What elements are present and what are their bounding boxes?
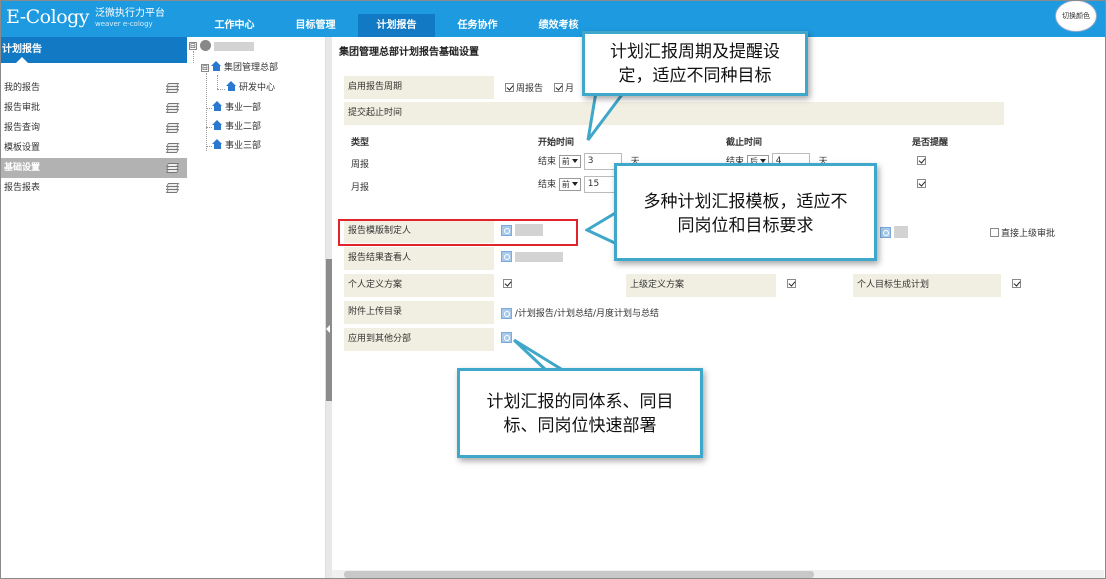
weekly-remind-checkbox[interactable] <box>917 156 928 167</box>
row-monthly-type: 月报 <box>351 183 370 193</box>
org-tree: ⊟ ⊟ 集团管理总部 研发中心 事业一部 事业二部 事业三部 <box>187 37 326 579</box>
sidebar-item-report-approval[interactable]: 报告审批 <box>0 98 187 118</box>
house-icon <box>211 61 222 71</box>
logo-subtitle: 泛微执行力平台 weaver e-cology <box>95 8 165 30</box>
weekly-report-option[interactable]: 周报告 <box>505 81 543 94</box>
layers-icon <box>165 103 180 113</box>
caret-up-icon <box>16 57 28 63</box>
tree-collapse-toggle[interactable]: ⊟ <box>189 42 197 50</box>
sidebar-header: 计划报告 <box>0 37 187 63</box>
page-title: 集团管理总部计划报告基础设置 <box>339 47 479 58</box>
browse-search-icon[interactable] <box>880 226 891 238</box>
sidebar-item-label: 基础设置 <box>4 163 41 173</box>
sidebar-item-label: 报告查询 <box>4 123 41 133</box>
col-header-type: 类型 <box>351 138 370 148</box>
monthly-report-option[interactable]: 月 <box>554 81 574 94</box>
auto-plan-checkbox[interactable] <box>1012 279 1023 290</box>
result-viewer-field <box>501 251 563 262</box>
direct-approve-checkbox[interactable] <box>990 228 999 237</box>
weekly-start-direction-select[interactable]: 前 <box>558 155 581 168</box>
sidebar-item-my-report[interactable]: 我的报告 <box>0 78 187 98</box>
horizontal-scrollbar[interactable] <box>332 570 1104 579</box>
logo-subtitle-cn: 泛微执行力平台 <box>95 8 165 19</box>
scrollbar-thumb[interactable] <box>344 571 814 578</box>
sidebar-item-label: 报告报表 <box>4 183 41 193</box>
house-icon <box>212 139 223 149</box>
browse-search-icon[interactable] <box>501 251 512 262</box>
layers-icon <box>165 123 180 133</box>
callout-period-settings: 计划汇报周期及提醒设 定，适应不同种目标 <box>582 31 808 96</box>
weekly-report-checkbox[interactable] <box>505 83 514 92</box>
monthly-start-direction-select[interactable]: 前 <box>558 178 581 191</box>
layers-icon <box>165 83 180 93</box>
tree-node-group[interactable]: 集团管理总部 <box>211 61 278 75</box>
callout-tail-1 <box>586 90 627 141</box>
tree-node-division-3[interactable]: 事业三部 <box>212 139 261 153</box>
sidebar: 计划报告 我的报告 报告审批 报告查询 模板设置 基础设置 报告报表 <box>0 37 187 579</box>
switch-skin-button[interactable]: 切换颜色 <box>1055 0 1097 32</box>
tree-node-division-2[interactable]: 事业二部 <box>212 120 261 134</box>
layers-icon <box>165 183 180 193</box>
nav-item-work-center[interactable]: 工作中心 <box>196 14 273 37</box>
row-monthly-start: 结束 前 15 <box>538 176 622 193</box>
nav-item-goal-management[interactable]: 目标管理 <box>277 14 354 37</box>
nav-item-task-collab[interactable]: 任务协作 <box>439 14 516 37</box>
personal-scheme-checkbox[interactable] <box>503 279 514 290</box>
tree-node-rd-center[interactable]: 研发中心 <box>226 81 275 95</box>
main-nav: 工作中心 目标管理 计划报告 任务协作 绩效考核 <box>196 14 601 37</box>
redacted-user <box>514 251 563 262</box>
col-header-remind: 是否提醒 <box>912 138 949 148</box>
layers-icon <box>165 143 180 153</box>
nav-item-plan-report[interactable]: 计划报告 <box>358 14 435 37</box>
row-weekly-type: 周报 <box>351 160 370 170</box>
callout-template-multi: 多种计划汇报模板，适应不 同岗位和目标要求 <box>614 163 877 261</box>
browse-search-icon[interactable] <box>501 308 512 319</box>
app-logo: E-Cology <box>6 6 90 28</box>
house-icon <box>212 101 223 111</box>
superior-scheme-checkbox[interactable] <box>787 279 798 290</box>
col-header-end: 截止时间 <box>726 138 763 148</box>
superior-scheme-label: 上级定义方案 <box>626 274 776 297</box>
personal-scheme-label: 个人定义方案 <box>344 274 494 297</box>
house-icon <box>226 81 237 91</box>
submit-time-label: 提交起止时间 <box>344 102 1004 125</box>
enable-period-label: 启用报告周期 <box>344 76 494 99</box>
sidebar-item-report-query[interactable]: 报告查询 <box>0 118 187 138</box>
globe-icon <box>200 40 211 51</box>
layers-icon <box>165 163 180 173</box>
sidebar-item-template-settings[interactable]: 模板设置 <box>0 138 187 158</box>
sidebar-item-basic-settings[interactable]: 基础设置 <box>0 158 187 178</box>
house-icon <box>212 120 223 130</box>
redacted-root-name <box>214 42 254 51</box>
sidebar-item-label: 报告审批 <box>4 103 41 113</box>
auto-plan-label: 个人目标生成计划 <box>853 274 1001 297</box>
top-nav-bar: E-Cology 泛微执行力平台 weaver e-cology 工作中心 目标… <box>0 0 1106 37</box>
sidebar-item-report-stats[interactable]: 报告报表 <box>0 178 187 198</box>
callout-quick-deploy: 计划汇报的同体系、同目 标、同岗位快速部署 <box>457 368 703 458</box>
col-header-start: 开始时间 <box>538 138 575 148</box>
tree-collapse-toggle[interactable]: ⊟ <box>201 64 209 72</box>
sidebar-item-label: 模板设置 <box>4 143 41 153</box>
tree-node-division-1[interactable]: 事业一部 <box>212 101 261 115</box>
second-browse-field <box>880 226 908 238</box>
direct-approve-option[interactable]: 直接上级审批 <box>990 226 1055 239</box>
attach-dir-field: /计划报告/计划总结/月度计划与总结 <box>501 306 659 319</box>
monthly-report-checkbox[interactable] <box>554 83 563 92</box>
redacted-user <box>893 226 908 238</box>
apply-other-label: 应用到其他分部 <box>344 328 494 351</box>
attach-dir-value: /计划报告/计划总结/月度计划与总结 <box>514 309 659 319</box>
highlight-box-template-maker <box>338 219 578 246</box>
logo-subtitle-en: weaver e-cology <box>95 20 153 28</box>
monthly-remind-checkbox[interactable] <box>917 179 928 190</box>
result-viewer-label: 报告结果查看人 <box>344 247 494 270</box>
settings-panel: 集团管理总部计划报告基础设置 启用报告周期 周报告 月 提交起止时间 类型 开始… <box>332 37 1104 579</box>
sidebar-title: 计划报告 <box>2 44 42 55</box>
sidebar-item-label: 我的报告 <box>4 83 41 93</box>
attach-dir-label: 附件上传目录 <box>344 301 494 324</box>
